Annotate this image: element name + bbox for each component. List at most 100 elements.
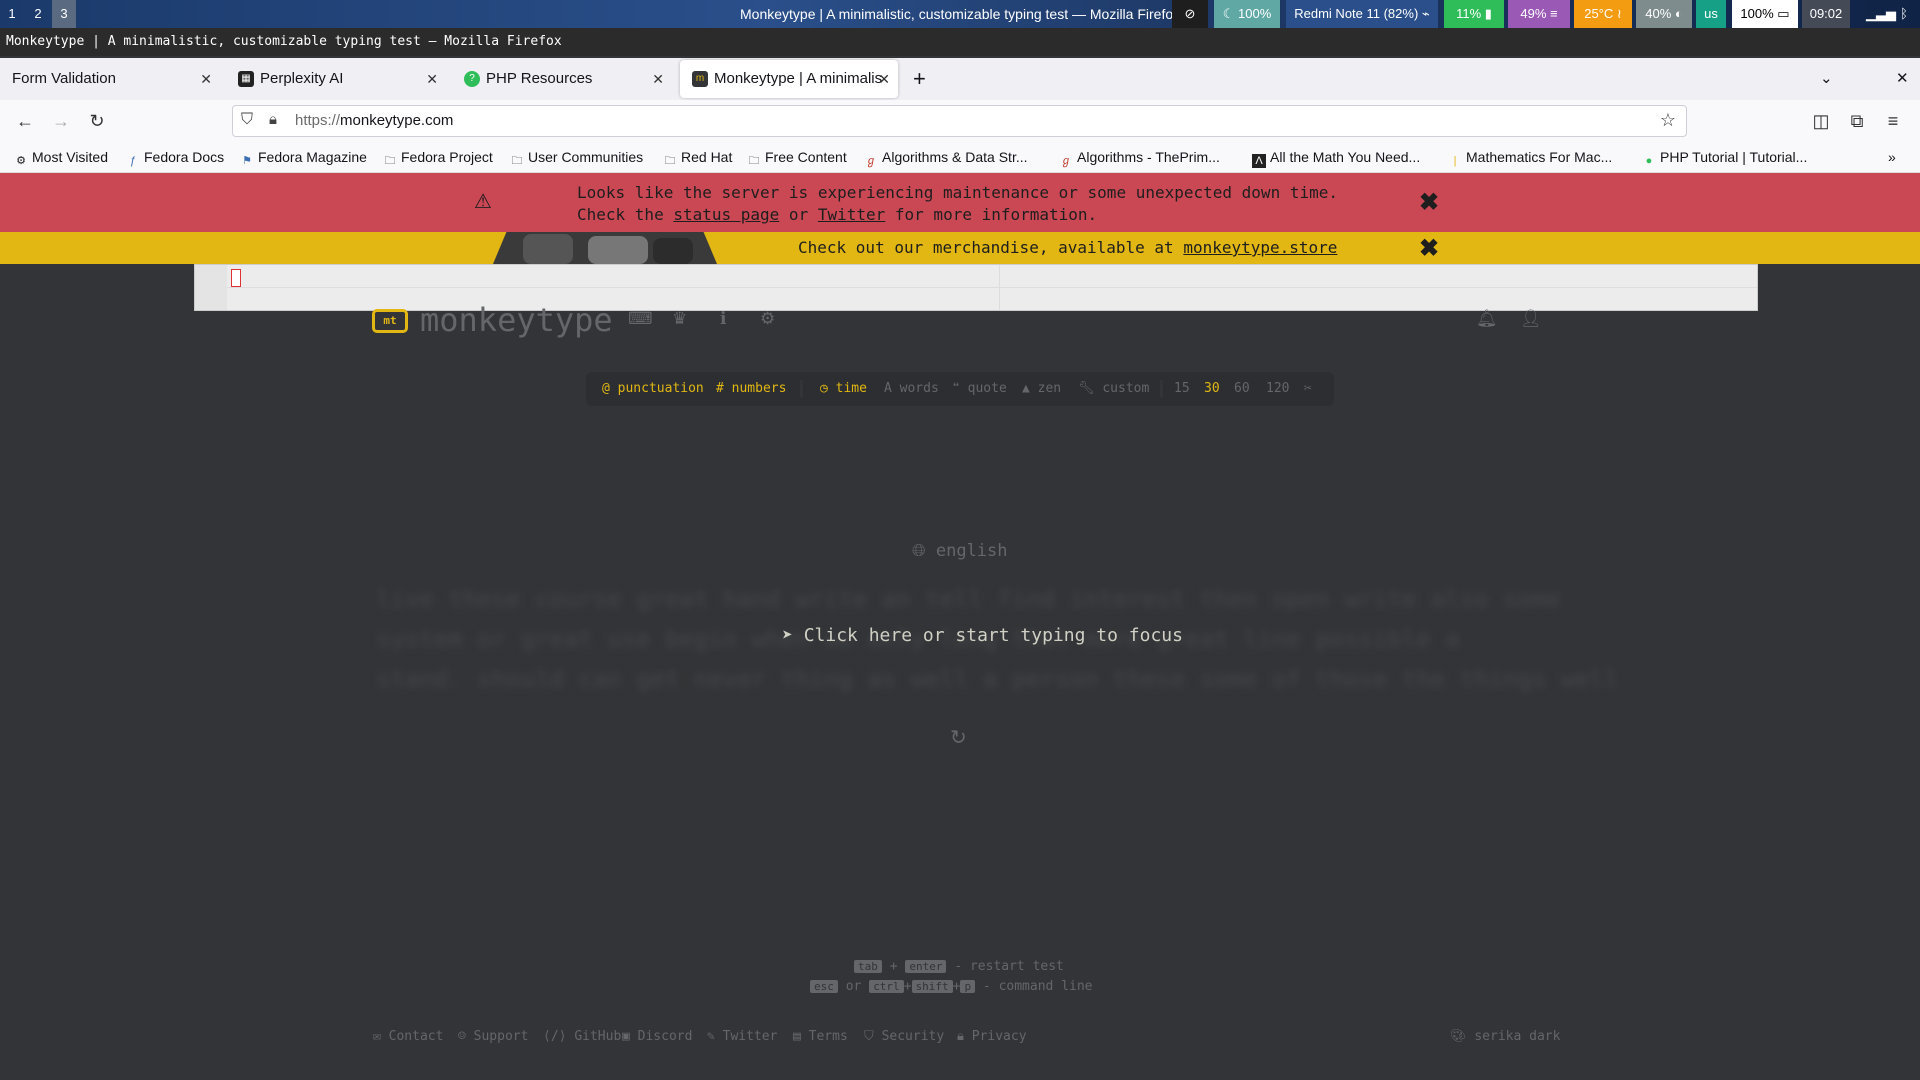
bookmark-most-visited[interactable]: ⚙ Most Visited (14, 142, 108, 172)
bookmark-mathematics-for-mac[interactable]: | Mathematics For Mac... (1448, 142, 1613, 172)
bar-window-title: Monkeytype | A minimalistic, customizabl… (740, 6, 1181, 22)
geeks-icon: ℊ (1060, 155, 1072, 167)
footer-contact[interactable]: ✉ Contact (373, 1029, 443, 1044)
star-bookmark-icon[interactable]: ☆ (1660, 110, 1676, 131)
window-title: Monkeytype | A minimalistic, customizabl… (0, 28, 1920, 56)
maintenance-line-2: Check the status page or Twitter for mor… (577, 205, 1098, 224)
close-window-icon[interactable]: ✕ (1888, 60, 1918, 98)
bookmark-algorithms-data[interactable]: ℊ Algorithms & Data Str... (864, 142, 1028, 172)
custom-duration-tools-icon[interactable]: ✂ (1304, 372, 1312, 406)
merch-banner: Check out our merchandise, available at … (0, 232, 1920, 264)
workspace-2[interactable]: 2 (26, 0, 50, 28)
bookmark-fedora-docs[interactable]: ƒ Fedora Docs (126, 142, 224, 172)
forward-icon[interactable]: → (48, 108, 74, 134)
numbers-toggle[interactable]: # numbers (716, 372, 786, 406)
pocket-icon[interactable]: ◫ (1808, 108, 1834, 134)
extensions-icon[interactable]: ⧉ (1844, 108, 1870, 134)
more-bookmarks-chevron-icon[interactable]: » (1888, 142, 1896, 172)
footer-theme[interactable]: 🎨︎ serika dark (1450, 1029, 1560, 1044)
duration-15[interactable]: 15 (1174, 372, 1190, 406)
tab-php-resources[interactable]: ? PHP Resources ✕ (452, 60, 672, 98)
focus-prompt[interactable]: ➤ Click here or start typing to focus (782, 625, 1183, 646)
url-text[interactable]: https://monkeytype.com (295, 106, 453, 136)
close-tab-icon[interactable]: ✕ (652, 60, 664, 98)
fedora-icon: ƒ (129, 155, 137, 167)
bookmark-user-communities[interactable]: 🗀 User Communities (510, 142, 644, 172)
close-tab-icon[interactable]: ✕ (878, 60, 890, 98)
list-tabs-chevron-icon[interactable]: ⌄ (1812, 60, 1842, 98)
gear-icon: ⚙ (16, 155, 26, 167)
info-icon[interactable]: ℹ (720, 309, 726, 329)
duration-30[interactable]: 30 (1204, 372, 1220, 406)
settings-gear-icon[interactable]: ⚙ (760, 309, 775, 329)
footer-terms[interactable]: ▤ Terms (793, 1029, 848, 1044)
bookmark-red-hat[interactable]: 🗀 Red Hat (663, 142, 733, 172)
user-icon[interactable]: 👤︎ (1520, 309, 1542, 329)
restart-test-icon[interactable]: ↻ (950, 725, 967, 750)
fedora-magazine-icon: ⚑ (242, 155, 252, 167)
bell-icon[interactable]: 🔔︎ (1476, 309, 1498, 329)
command-line-hint: esc or ctrl + shift + p - command line (810, 979, 1093, 994)
folder-icon: 🗀 (748, 155, 760, 167)
text-cursor (231, 269, 241, 287)
tab-perplexity[interactable]: ▦ Perplexity AI ✕ (226, 60, 446, 98)
bookmark-label: PHP Tutorial | Tutorial... (1660, 149, 1808, 165)
close-tab-icon[interactable]: ✕ (426, 60, 438, 98)
punctuation-toggle[interactable]: @ punctuation (602, 372, 704, 406)
url-host: monkeytype.com (340, 112, 454, 129)
bookmark-label: Mathematics For Mac... (1466, 149, 1613, 165)
pointer-icon: ➤ (782, 625, 793, 646)
mode-words[interactable]: A words (884, 372, 939, 406)
bookmark-php-tutorial[interactable]: ● PHP Tutorial | Tutorial... (1642, 142, 1808, 172)
lock-icon[interactable]: 🔒︎ (269, 111, 277, 128)
footer-support[interactable]: ☺ Support (458, 1029, 528, 1044)
tab-label: PHP Resources (486, 70, 593, 87)
new-tab-button[interactable]: + (905, 60, 939, 98)
workspace-3[interactable]: 3 (52, 0, 76, 28)
duration-60[interactable]: 60 (1234, 372, 1250, 406)
mode-time[interactable]: ◷ time (820, 372, 867, 406)
twitter-link[interactable]: Twitter (818, 205, 885, 224)
bookmark-all-the-math[interactable]: Λ All the Math You Need... (1252, 142, 1420, 172)
back-icon[interactable]: ← (12, 108, 38, 134)
footer-discord[interactable]: ▣ Discord (622, 1029, 692, 1044)
bookmark-algorithms-theprim[interactable]: ℊ Algorithms - ThePrim... (1059, 142, 1220, 172)
bar-block-memory: 49% ≡ (1508, 0, 1570, 28)
bar-block-privacy: ⊘ (1172, 0, 1208, 28)
math-icon: Λ (1252, 154, 1266, 168)
bookmark-fedora-project[interactable]: 🗀 Fedora Project (383, 142, 493, 172)
bookmark-free-content[interactable]: 🗀 Free Content (747, 142, 847, 172)
keyboard-icon[interactable]: ⌨ (628, 309, 653, 329)
footer-github[interactable]: ⟨/⟩ GitHub (543, 1029, 621, 1044)
footer-twitter[interactable]: ✎ Twitter (707, 1029, 777, 1044)
php-icon: ? (464, 71, 480, 88)
footer-security[interactable]: ⛉ Security (864, 1029, 944, 1044)
tab-form-validation[interactable]: Form Validation ✕ (0, 60, 220, 98)
footer-privacy[interactable]: 🔒︎ Privacy (957, 1029, 1027, 1044)
status-page-link[interactable]: status page (673, 205, 779, 224)
mode-zen[interactable]: ▲ zen (1022, 372, 1061, 406)
language-selector[interactable]: 🌐︎ english (912, 541, 1008, 561)
crown-icon[interactable]: ♛ (672, 309, 687, 329)
workspace-1[interactable]: 1 (0, 0, 24, 28)
menu-icon[interactable]: ≡ (1880, 108, 1906, 134)
url-bar[interactable]: ⛉ 🔒︎ https://monkeytype.com ☆ (232, 105, 1687, 137)
duration-120[interactable]: 120 (1266, 372, 1289, 406)
merch-store-link[interactable]: monkeytype.store (1183, 238, 1337, 257)
bookmark-fedora-magazine[interactable]: ⚑ Fedora Magazine (240, 142, 367, 172)
reload-icon[interactable]: ↻ (84, 108, 110, 134)
mode-quote[interactable]: ❝ quote (952, 372, 1007, 406)
mode-custom[interactable]: 🔧︎ custom (1078, 372, 1149, 406)
close-maintenance-icon[interactable]: ✖ (1419, 188, 1439, 217)
warning-icon: ⚠ (474, 191, 492, 213)
merch-image[interactable] (493, 232, 717, 264)
close-merch-icon[interactable]: ✖ (1419, 234, 1439, 263)
folder-icon: 🗀 (664, 155, 676, 167)
tab-monkeytype[interactable]: m Monkeytype | A minimalis ✕ (680, 60, 898, 98)
bookmark-label: Fedora Project (401, 149, 493, 165)
system-top-bar: 1 2 3 Monkeytype | A minimalistic, custo… (0, 0, 1920, 28)
merch-message: Check out our merchandise, available at … (798, 238, 1338, 257)
bookmark-label: User Communities (528, 149, 644, 165)
shield-icon[interactable]: ⛉ (241, 111, 253, 129)
close-tab-icon[interactable]: ✕ (200, 60, 212, 98)
